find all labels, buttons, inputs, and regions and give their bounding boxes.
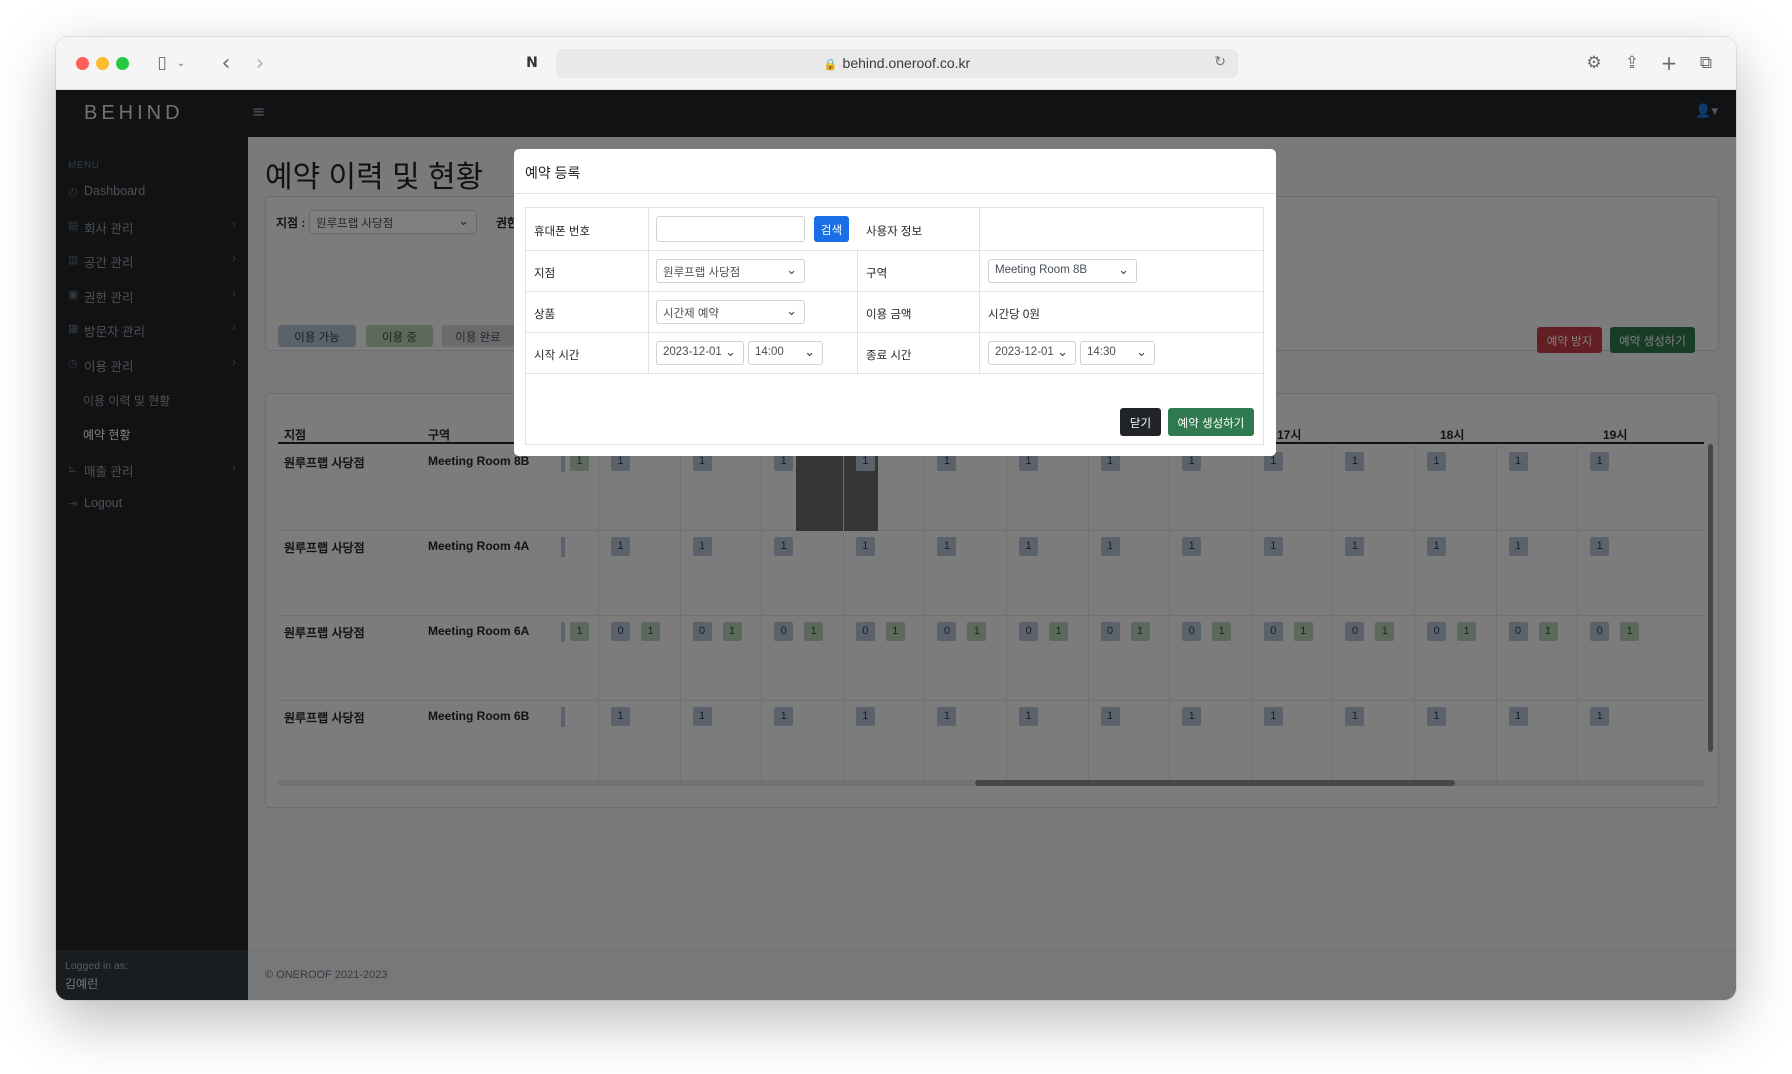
reservation-modal: 예약 등록 휴대폰 번호 검색 사용자 정보 지점 원루프랩 사당점 ⌄ 구역 … xyxy=(514,149,1276,456)
end-time-value: 14:30 xyxy=(1087,346,1116,358)
start-time-select[interactable]: 14:00 ⌄ xyxy=(748,341,823,365)
new-tab-plus-icon[interactable]: + xyxy=(1657,50,1681,76)
form-row-product: 상품 시간제 예약 ⌄ 이용 금액 시간당 0원 xyxy=(526,292,1263,333)
form-row-phone: 휴대폰 번호 검색 사용자 정보 xyxy=(526,208,1263,251)
phone-label: 휴대폰 번호 xyxy=(534,226,591,238)
forward-icon[interactable]: › xyxy=(250,50,270,76)
cell-divider xyxy=(857,333,858,373)
form-row-time: 시작 시간 2023-12-01 ⌄ 14:00 ⌄ 종료 시간 2023-12-0… xyxy=(526,333,1263,374)
cell-divider xyxy=(648,333,649,373)
product-select-value: 시간제 예약 xyxy=(663,308,720,320)
browser-toolbar: ▯ ⌄ ‹ › N 🔒 behind.oneroof.co.kr ↻ ⚙ ⇪ + … xyxy=(56,37,1736,90)
address-bar[interactable]: 🔒 behind.oneroof.co.kr ↻ xyxy=(556,49,1238,78)
url-text: behind.oneroof.co.kr xyxy=(842,55,971,71)
cell-divider xyxy=(857,292,858,332)
end-time-select[interactable]: 14:30 ⌄ xyxy=(1080,341,1155,365)
branch-select[interactable]: 원루프랩 사당점 ⌄ xyxy=(656,259,805,283)
tab-overview-icon[interactable]: ⧉ xyxy=(1694,50,1718,76)
branch-select-value: 원루프랩 사당점 xyxy=(663,267,741,279)
zone-label: 구역 xyxy=(866,268,888,280)
cell-divider xyxy=(857,251,858,291)
start-time-label: 시작 시간 xyxy=(534,350,580,362)
app: BEHIND ≡ 👤▾ MENU ◴Dashboard▤회사 관리›▥공간 관리… xyxy=(56,90,1736,1000)
modal-header: 예약 등록 xyxy=(514,149,1276,194)
cell-divider xyxy=(979,251,980,291)
form-row-branch: 지점 원루프랩 사당점 ⌄ 구역 Meeting Room 8B ⌄ xyxy=(526,251,1263,292)
notion-extension-icon[interactable]: N xyxy=(521,50,543,76)
chevron-down-icon[interactable]: ⌄ xyxy=(174,50,188,76)
start-date-select[interactable]: 2023-12-01 ⌄ xyxy=(656,341,744,365)
lock-icon: 🔒 xyxy=(823,59,838,71)
chevron-down-icon: ⌄ xyxy=(804,344,815,359)
share-icon[interactable]: ⇪ xyxy=(1620,50,1644,76)
minimize-window-button[interactable] xyxy=(96,57,109,70)
cell-divider xyxy=(979,292,980,332)
end-date-select[interactable]: 2023-12-01 ⌄ xyxy=(988,341,1076,365)
cell-divider xyxy=(648,251,649,291)
phone-input[interactable] xyxy=(656,216,805,242)
product-select[interactable]: 시간제 예약 ⌄ xyxy=(656,300,805,324)
product-label: 상품 xyxy=(534,309,556,321)
cell-divider xyxy=(979,208,980,250)
close-window-button[interactable] xyxy=(76,57,89,70)
chevron-down-icon: ⌄ xyxy=(1118,262,1129,277)
back-icon[interactable]: ‹ xyxy=(216,50,236,76)
end-time-label: 종료 시간 xyxy=(866,350,912,362)
modal-form: 휴대폰 번호 검색 사용자 정보 지점 원루프랩 사당점 ⌄ 구역 Meeting… xyxy=(525,207,1264,445)
cell-divider xyxy=(979,333,980,373)
user-info-label: 사용자 정보 xyxy=(866,226,923,238)
submit-reservation-button[interactable]: 예약 생성하기 xyxy=(1168,408,1254,436)
chevron-down-icon: ⌄ xyxy=(1136,344,1147,359)
chevron-down-icon: ⌄ xyxy=(1057,344,1068,359)
modal-title: 예약 등록 xyxy=(525,165,581,181)
price-value: 시간당 0원 xyxy=(988,309,1040,321)
start-date-value: 2023-12-01 xyxy=(663,346,722,358)
price-label: 이용 금액 xyxy=(866,309,912,321)
reload-icon[interactable]: ↻ xyxy=(1214,54,1226,70)
zoom-window-button[interactable] xyxy=(116,57,129,70)
zone-select-value: Meeting Room 8B xyxy=(995,264,1088,276)
settings-gear-icon[interactable]: ⚙ xyxy=(1582,50,1606,76)
close-modal-button[interactable]: 닫기 xyxy=(1120,408,1161,436)
cell-divider xyxy=(648,208,649,250)
chevron-down-icon: ⌄ xyxy=(725,344,736,359)
end-date-value: 2023-12-01 xyxy=(995,346,1054,358)
start-time-value: 14:00 xyxy=(755,346,784,358)
chevron-down-icon: ⌄ xyxy=(786,303,797,318)
search-button[interactable]: 검색 xyxy=(814,216,849,242)
sidebar-toggle-icon[interactable]: ▯ xyxy=(151,50,173,76)
browser-window: ▯ ⌄ ‹ › N 🔒 behind.oneroof.co.kr ↻ ⚙ ⇪ + … xyxy=(56,37,1736,1000)
zone-select[interactable]: Meeting Room 8B ⌄ xyxy=(988,259,1137,283)
cell-divider xyxy=(648,292,649,332)
branch-label: 지점 xyxy=(534,268,556,280)
chevron-down-icon: ⌄ xyxy=(786,262,797,277)
